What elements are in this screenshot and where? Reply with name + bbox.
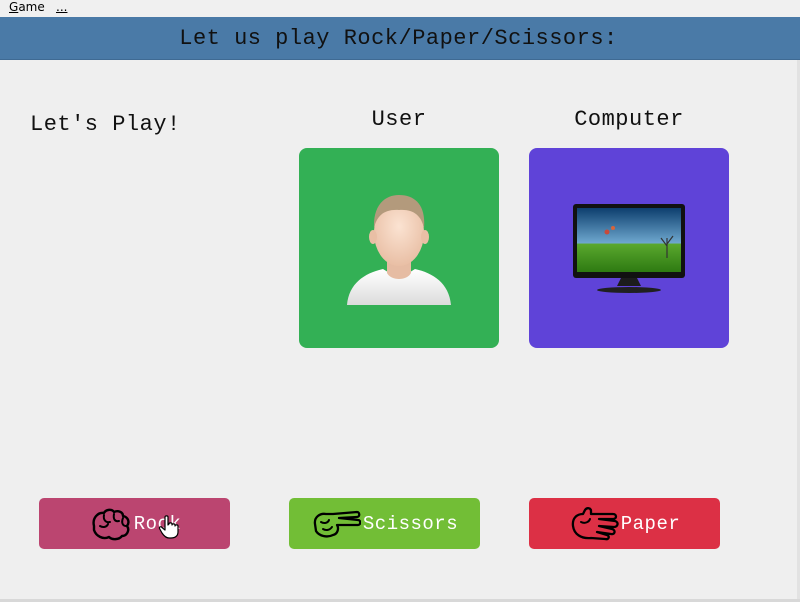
user-tile	[299, 148, 499, 348]
hand-pointer-cursor-icon	[158, 515, 179, 539]
rock-hand-icon	[92, 508, 130, 540]
menu-bar: Game ...	[0, 0, 800, 17]
scissors-hand-icon	[313, 510, 361, 538]
banner-title: Let us play Rock/Paper/Scissors:	[179, 25, 618, 51]
scissors-button[interactable]: Scissors	[289, 498, 480, 549]
user-avatar-icon	[347, 195, 451, 305]
paper-button[interactable]: Paper	[529, 498, 720, 549]
paper-hand-icon	[571, 506, 619, 540]
title-banner: Let us play Rock/Paper/Scissors:	[0, 17, 800, 60]
computer-label: Computer	[574, 107, 684, 132]
monitor-icon	[573, 204, 685, 293]
menu-more[interactable]: ...	[56, 0, 67, 15]
status-text: Let's Play!	[30, 112, 181, 137]
paper-label: Paper	[620, 512, 681, 535]
scissors-label: Scissors	[362, 512, 459, 535]
rock-button[interactable]: Rock	[39, 498, 230, 549]
user-label: User	[371, 107, 427, 132]
menu-game[interactable]: Game	[9, 0, 45, 15]
computer-tile	[529, 148, 729, 348]
